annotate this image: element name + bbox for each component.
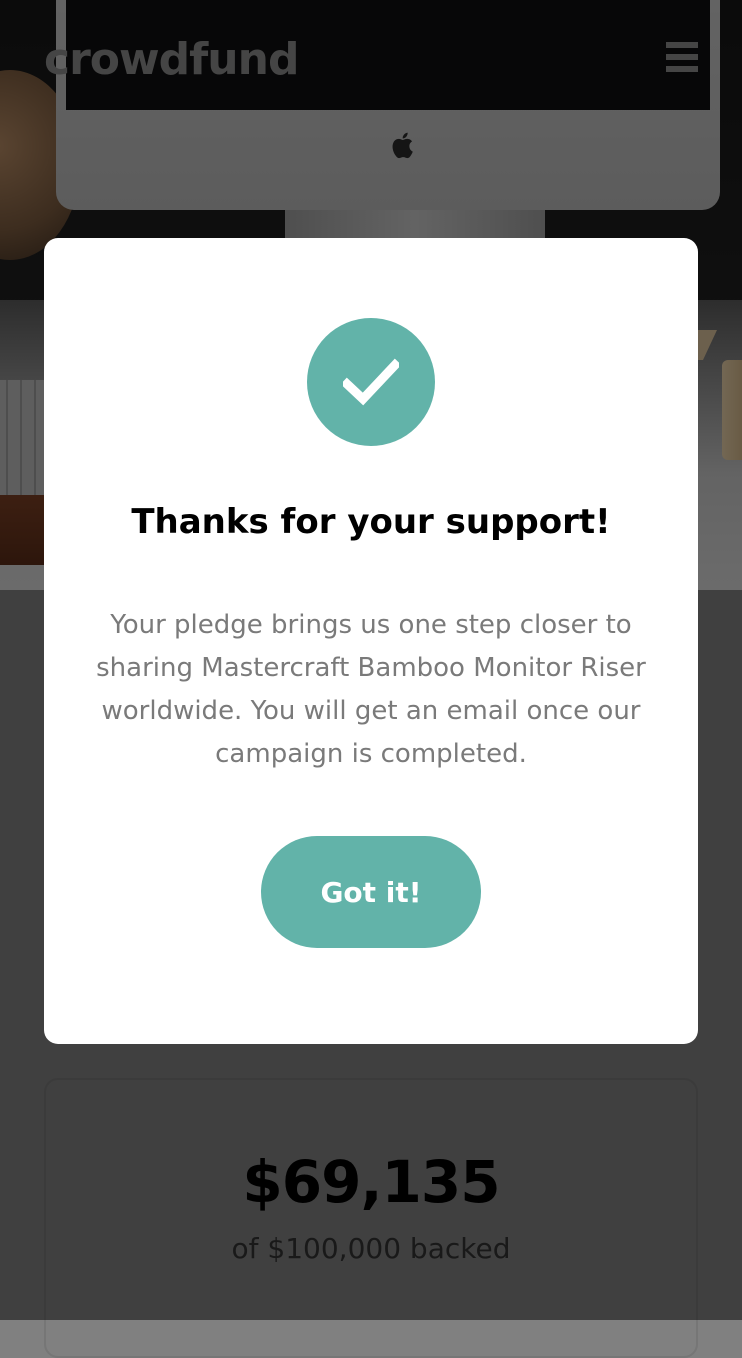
modal-message: Your pledge brings us one step closer to…: [96, 610, 646, 769]
success-check-badge: [307, 318, 435, 446]
got-it-button[interactable]: Got it!: [261, 836, 481, 948]
success-modal: Thanks for your support! Your pledge bri…: [44, 238, 698, 1044]
modal-title: Thanks for your support!: [131, 502, 611, 542]
check-icon: [343, 358, 399, 406]
